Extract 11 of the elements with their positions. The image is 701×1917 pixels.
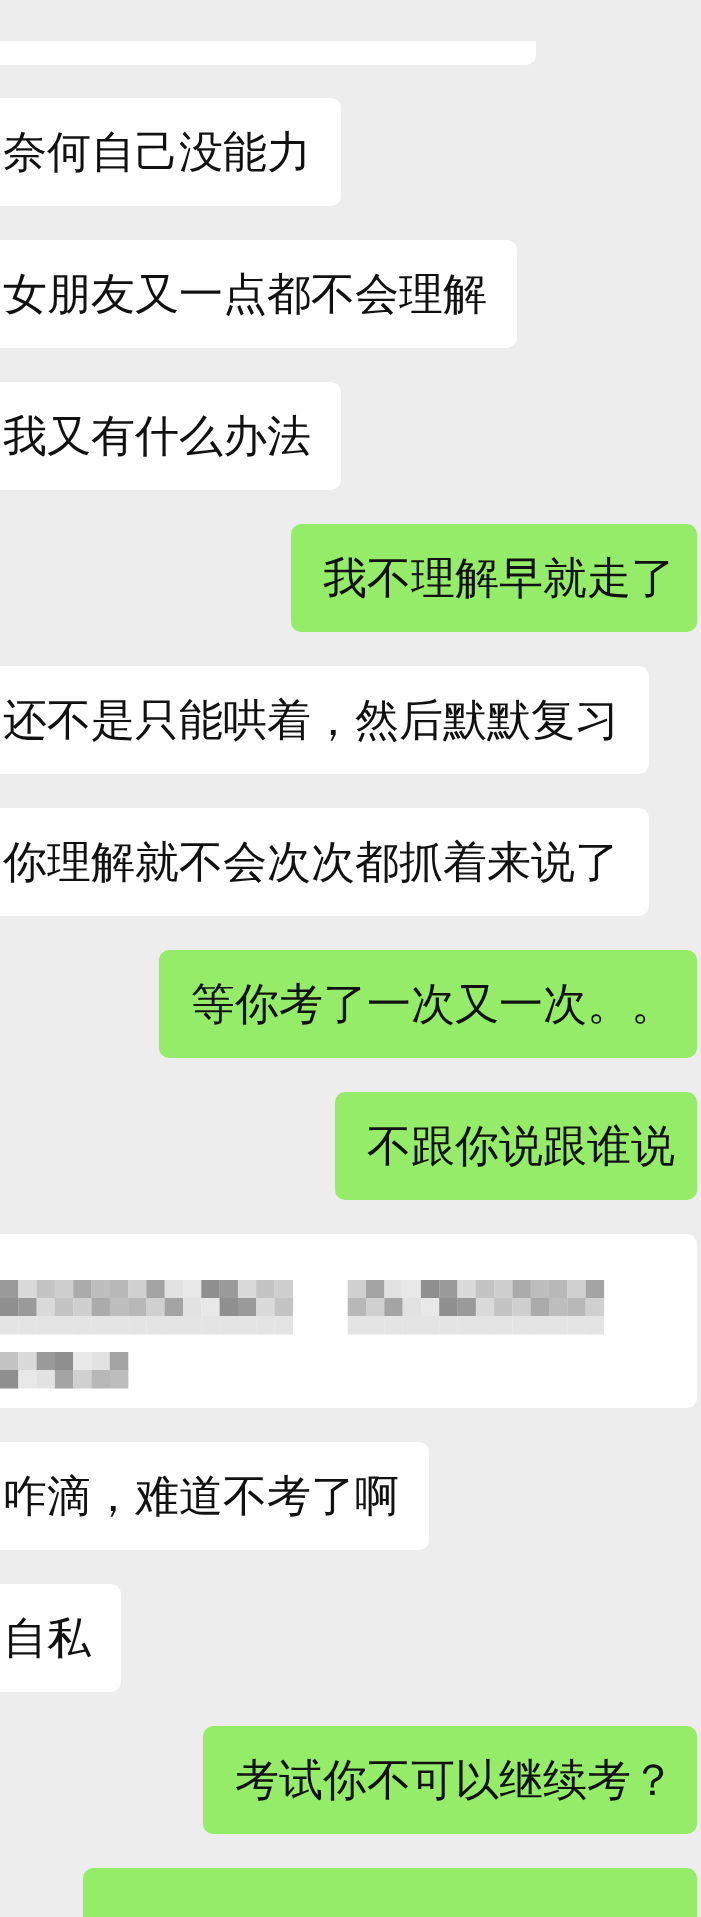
message-bubble: 你理解就不会次次都抓着来说了 [0,808,649,916]
message-bubble: 咋滴，难道不考了啊 [0,1442,429,1550]
message-bubble: 自私 [0,1584,121,1692]
message-bubble: 等你考了一次又一次。。 [159,950,697,1058]
message-bubble: 女朋友又一点都不会理解 [0,240,517,348]
message-bubble: 不跟你说跟谁说 [335,1092,697,1200]
message-bubble: 还不是只能哄着，然后默默复习 [0,666,649,774]
message-bubble: 我不理解早就走了 [291,524,697,632]
message-bubble: 奈何自己没能力 [0,98,341,206]
message-bubble: 我又有什么办法 [0,382,341,490]
message-bubble: 考试你不可以继续考？ [203,1726,697,1834]
